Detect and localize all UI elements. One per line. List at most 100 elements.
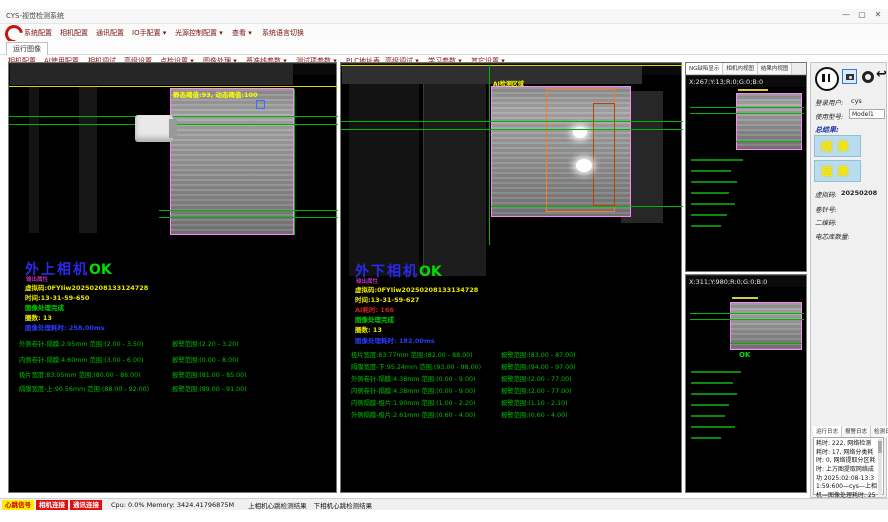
preview-bottom-text-line [691,426,735,428]
menu-view[interactable]: 查看 ▾ [232,28,252,38]
alarm-range-text: 报警范围:(2.00 - 77.00) [501,374,572,383]
model-select[interactable]: Model1 [849,109,885,119]
log-textarea[interactable]: 耗时: 222, 网络检测耗时: 17, 网络分类耗时: 0, 网络提取分区耗时… [813,437,884,495]
measurement-row: 内侧卷针-隔膜:4.60mm 范围:(3.00 - 6.00) 报警范围:(0.… [9,355,336,365]
left-overlay-yellow-line [9,86,338,87]
measurement-row: 隔膜宽度-下:95.24mm 范围:(93.00 - 98.00) 报警范围:(… [341,362,681,372]
preview-top-coord-bar: X:267;Y:13;R:0;G:0;B:0 [686,75,806,87]
pause-button[interactable] [815,67,839,91]
alarm-range-text: 报警范围:(81.00 - 85.00) [172,370,247,379]
lens-button[interactable] [862,71,874,83]
view-tabstrip: 运行图像 [0,41,888,55]
measurement-row: 内侧隔膜-极片:1.90mm 范围:(1.00 - 2.20) 报警范围:(1.… [341,398,681,408]
preview-bottom-ok: OK [739,351,750,359]
cpu-memory-text: Cpu: 0.0% Memory: 3424.41796875M [111,501,234,509]
log-tab-detect[interactable]: 检测日志 [871,426,888,437]
preview-tab-result[interactable]: 结果内视图 [758,63,793,74]
exit-arrow-button[interactable]: ↩ [876,67,887,82]
alarm-range-text: 报警范围:(83.00 - 87.00) [501,350,576,359]
measurement-text: 内侧隔膜-极片:1.90mm 范围:(1.00 - 2.20) [351,398,475,407]
left-turns: 圈数: 13 [25,312,52,322]
tab-run-image[interactable]: 运行图像 [6,42,48,56]
preview-bottom-guide-line [690,313,804,314]
menu-language-switch[interactable]: 系统语言切换 [262,28,304,38]
left-image-top-band [10,64,293,85]
log-scrollbar[interactable] [878,439,882,495]
mid-image-top-band [342,66,642,84]
measurement-text: 内侧卷针-隔膜:4.38mm 范围:(0.00 - 9.00) [351,386,475,395]
left-guide-line [159,217,338,218]
log-tabstrip: 运行日志 报警日志 检测日志 [813,426,886,437]
measurement-text: 隔膜宽度-下:95.24mm 范围:(93.00 - 98.00) [351,362,481,371]
measurement-row: 外侧隔膜-极片:2.61mm 范围:(0.60 - 4.00) 报警范围:(0.… [341,410,681,420]
preview-bottom-micro-label [732,297,758,299]
preview-bottom-coord-bar: X:311;Y:980;R:0;G:0;B:0 [686,275,806,287]
camera-mid-panel: AI检测区域 外下相机OK 输出属性 虚拟码:0FYIiw20250208133… [340,62,682,493]
left-time: 时间:13-31-59-650 [25,292,89,302]
preview-top-text-line [691,203,735,205]
lower-camera-heartbeat: 下相机心跳检测结果 [314,500,373,510]
camera-capture-button[interactable] [842,69,857,84]
left-image-streak [79,87,97,233]
left-image-streak [29,87,39,233]
preview-bottom-text-line [691,437,721,439]
bottom-status-bar: 心跳信号 相机连接 通讯连接 Cpu: 0.0% Memory: 3424.41… [0,498,888,510]
menu-comm-config[interactable]: 通讯配置 [96,28,124,38]
preview-bottom-text-line [691,382,733,384]
log-tab-run[interactable]: 运行日志 [813,426,842,437]
preview-bottom-text-line [691,371,741,373]
mid-elapsed: 图像处理耗时: 182.00ms [355,335,435,345]
preview-tab-ng[interactable]: NG缺陷显示 [686,63,723,74]
mid-status: 图像处理完成 [355,314,394,324]
menu-camera-config[interactable]: 相机配置 [60,28,88,38]
login-user-value: cys [851,97,862,105]
menu-io-config[interactable]: IO手配置 ▾ [132,28,166,38]
preview-tab-camera[interactable]: 相机内视图 [723,63,758,74]
measurement-text: 外侧卷针-隔膜:4.38mm 范围:(0.00 - 9.00) [351,374,475,383]
minimize-button[interactable]: — [838,10,854,19]
preview-bottom-panel: OK X:311;Y:980;R:0;G:0;B:0 [685,274,807,493]
mid-guide-line [341,121,683,122]
left-threshold-overlay: 静态阈值:93, 动态阈值:100 [173,89,258,99]
mid-ai-region-label: AI检测区域 [493,79,524,88]
close-button[interactable]: ✕ [870,10,886,19]
alarm-range-text: 报警范围:(89.00 - 91.00) [172,384,247,393]
preview-bottom-guide-line [730,343,802,344]
preview-top-panel: NG缺陷显示 相机内视图 结果内视图 X:267;Y:13;R:0;G:0;B:… [685,62,807,272]
measurement-row: 内侧卷针-隔膜:4.38mm 范围:(0.00 - 9.00) 报警范围:(2.… [341,386,681,396]
mid-time: 时间:13-31-59-627 [355,294,419,304]
pause-icon [822,74,825,82]
left-camera-ok: OK [89,262,112,278]
vcode-value: 20250208 [841,189,877,197]
measurement-row: 极片宽度:83.05mm 范围:(80.00 - 86.00) 报警范围:(81… [9,370,336,380]
camera-lens-dot [849,76,852,79]
preview-top-text-line [691,159,743,161]
comm-link-badge: 通讯连接 [70,500,102,510]
menu-light-config[interactable]: 光源控制配置 ▾ [175,28,223,38]
preview-tabstrip: NG缺陷显示 相机内视图 结果内视图 [686,63,806,75]
log-scroll-thumb[interactable] [878,441,882,453]
result-box-lower: 结果 [814,160,861,182]
preview-top-micro-label [738,89,768,91]
left-status: 图像处理完成 [25,302,64,312]
camera-left-panel: 静态阈值:93, 动态阈值:100 外上相机OK 输出属性 虚拟码:0FYIiw… [8,62,337,493]
maximize-button[interactable]: ▢ [854,10,870,19]
alarm-range-text: 报警范围:(1.10 - 2.10) [501,398,568,407]
preview-top-guide-line [690,113,804,114]
right-sidebar: ↩ 登录用户: cys 使用型号: Model1 总结果: 结果 结果 虚拟码:… [810,62,887,498]
measurement-text: 极片宽度:83.77mm 范围:(82.00 - 88.00) [351,350,473,359]
mid-image-structure [349,84,419,276]
login-user-label: 登录用户: [815,97,843,107]
mid-ai-elapsed: AI耗时: 166 [355,304,394,314]
mid-camera-ok: OK [419,264,442,280]
alarm-range-text: 报警范围:(0.00 - 8.00) [172,355,239,364]
menu-system-config[interactable]: 系统配置 [24,28,52,38]
measurement-text: 隔膜宽度-上:90.56mm 范围:(88.00 - 92.00) [19,384,149,393]
result-box-upper: 结果 [814,135,861,157]
preview-bottom-text-line [691,393,737,395]
measurement-text: 极片宽度:83.05mm 范围:(80.00 - 86.00) [19,370,141,379]
camera-link-badge: 相机连接 [36,500,68,510]
preview-top-text-line [691,170,731,172]
log-tab-alarm[interactable]: 报警日志 [842,426,871,437]
vcode-label: 虚拟码: [815,189,837,199]
